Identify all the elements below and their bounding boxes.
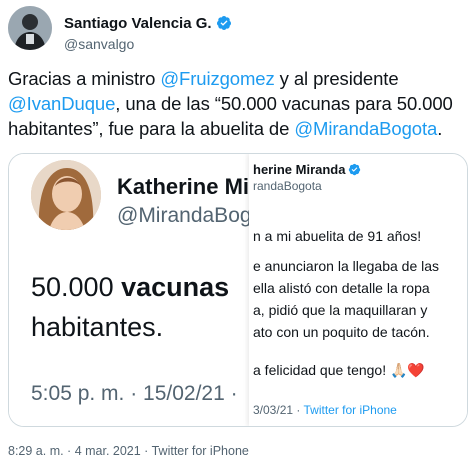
screenshot-left: Katherine Mir @MirandaBogo 50.000 vacuna… bbox=[9, 154, 267, 426]
mention-link[interactable]: @IvanDuque bbox=[8, 93, 115, 114]
quoted-name: Katherine Mir bbox=[117, 174, 258, 199]
quoted-right-line: ato con un poquito de tacón. bbox=[253, 324, 430, 340]
author-name-text: Santiago Valencia G. bbox=[64, 15, 212, 32]
tweet-timestamp[interactable]: 8:29 a. m. · 4 mar. 2021 · Twitter for i… bbox=[8, 444, 249, 458]
verified-badge-icon bbox=[216, 16, 231, 30]
quoted-headline: 50.000 vacunas bbox=[31, 266, 229, 308]
verified-badge-icon bbox=[349, 163, 361, 176]
quoted-right-date: 3/03/21 · bbox=[253, 403, 304, 417]
quoted-right-line: a, pidió que la maquillaran y bbox=[253, 302, 428, 318]
mention-link[interactable]: @MirandaBogota bbox=[294, 118, 437, 139]
tweet-text-segment: Gracias a ministro bbox=[8, 68, 161, 89]
tweet-text-segment: y al presidente bbox=[274, 68, 399, 89]
tweet-header: Santiago Valencia G. @sanvalgo bbox=[8, 6, 468, 54]
quoted-right-line: n a mi abuelita de 91 años! bbox=[253, 228, 422, 244]
quoted-right-handle: randaBogota bbox=[253, 179, 322, 193]
mention-link[interactable]: @Fruizgomez bbox=[160, 68, 274, 89]
quoted-right-line: e anunciaron la llegaba de las bbox=[253, 258, 440, 274]
quoted-right-name-text: herine Miranda bbox=[253, 162, 346, 177]
quoted-right-name: herine Miranda bbox=[253, 162, 361, 177]
tweet-text: Gracias a ministro @Fruizgomez y al pres… bbox=[8, 66, 472, 141]
attached-image[interactable]: Katherine Mir @MirandaBogo 50.000 vacuna… bbox=[8, 153, 468, 427]
quoted-timestamp: 5:05 p. m. · 15/02/21 · bbox=[31, 382, 238, 405]
tweet-text-segment: . bbox=[437, 118, 443, 139]
avatar-image-icon bbox=[8, 6, 52, 50]
quoted-avatar-image-icon bbox=[31, 160, 101, 230]
quoted-headline-bold: vacunas bbox=[121, 272, 230, 302]
quoted-right-line: a felicidad que tengo! 🙏🏻❤️ bbox=[253, 362, 425, 378]
quoted-avatar bbox=[31, 160, 101, 230]
author-avatar[interactable] bbox=[8, 6, 52, 50]
author-name[interactable]: Santiago Valencia G. bbox=[64, 15, 232, 32]
quoted-handle: @MirandaBogo bbox=[117, 204, 264, 227]
quoted-right-footer: 3/03/21 · Twitter for iPhone bbox=[253, 403, 397, 417]
quoted-headline-prefix: 50.000 bbox=[31, 272, 122, 302]
author-handle[interactable]: @sanvalgo bbox=[64, 36, 134, 52]
quoted-right-source: Twitter for iPhone bbox=[303, 403, 397, 417]
quoted-headline-line2: habitantes. bbox=[31, 312, 164, 342]
quoted-right-line: ella alistó con detalle la ropa bbox=[253, 280, 430, 296]
screenshot-right: herine Miranda randaBogota n a mi abueli… bbox=[249, 154, 467, 426]
